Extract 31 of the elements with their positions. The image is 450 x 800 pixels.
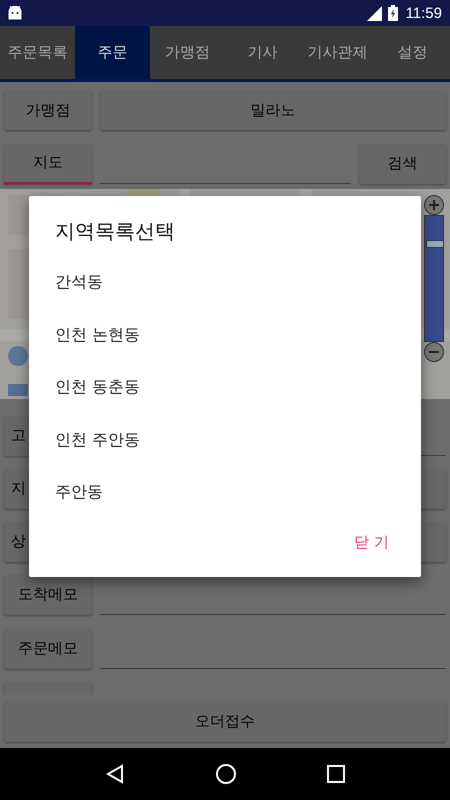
map-button[interactable]: 지도 [4,144,92,184]
submit-button[interactable]: 오더접수 [4,701,446,742]
region-list-item[interactable]: 인천 논현동 [55,308,395,361]
home-button[interactable] [215,763,237,785]
tab[interactable]: 주문 [75,26,150,79]
search-button[interactable]: 검색 [359,144,446,184]
store-label-button[interactable]: 가맹점 [4,90,92,130]
region-list-item[interactable]: 인천 동춘동 [55,361,395,414]
back-button[interactable] [105,764,125,784]
close-button[interactable]: 닫 기 [348,526,395,558]
region-list-item[interactable]: 간석동 [55,256,395,308]
zoom-slider[interactable] [424,215,444,342]
battery-icon [388,5,398,21]
plus-icon [429,200,439,210]
form-label-button[interactable]: 도착메모 [4,574,92,615]
tab[interactable]: 기사 [225,26,300,79]
dialog-title: 지역목록선택 [55,218,176,245]
region-list-item[interactable]: 인천 주안동 [55,414,395,466]
form-label-button[interactable]: 주문메모 [4,628,92,669]
tab[interactable]: 설정 [375,26,450,79]
zoom-in-button[interactable] [424,195,444,215]
signal-icon [366,6,382,20]
recents-button[interactable] [327,765,345,783]
clock-time: 11:59 [406,4,442,22]
tab[interactable]: 주문목록 [0,26,75,79]
store-select-button[interactable]: 밀라노 [100,90,446,130]
zoom-out-button[interactable] [424,342,444,362]
region-list-item[interactable]: 주안동 [55,466,395,518]
tab[interactable]: 기사관제 [300,26,375,79]
android-icon [8,6,22,20]
tab[interactable]: 가맹점 [150,26,225,79]
